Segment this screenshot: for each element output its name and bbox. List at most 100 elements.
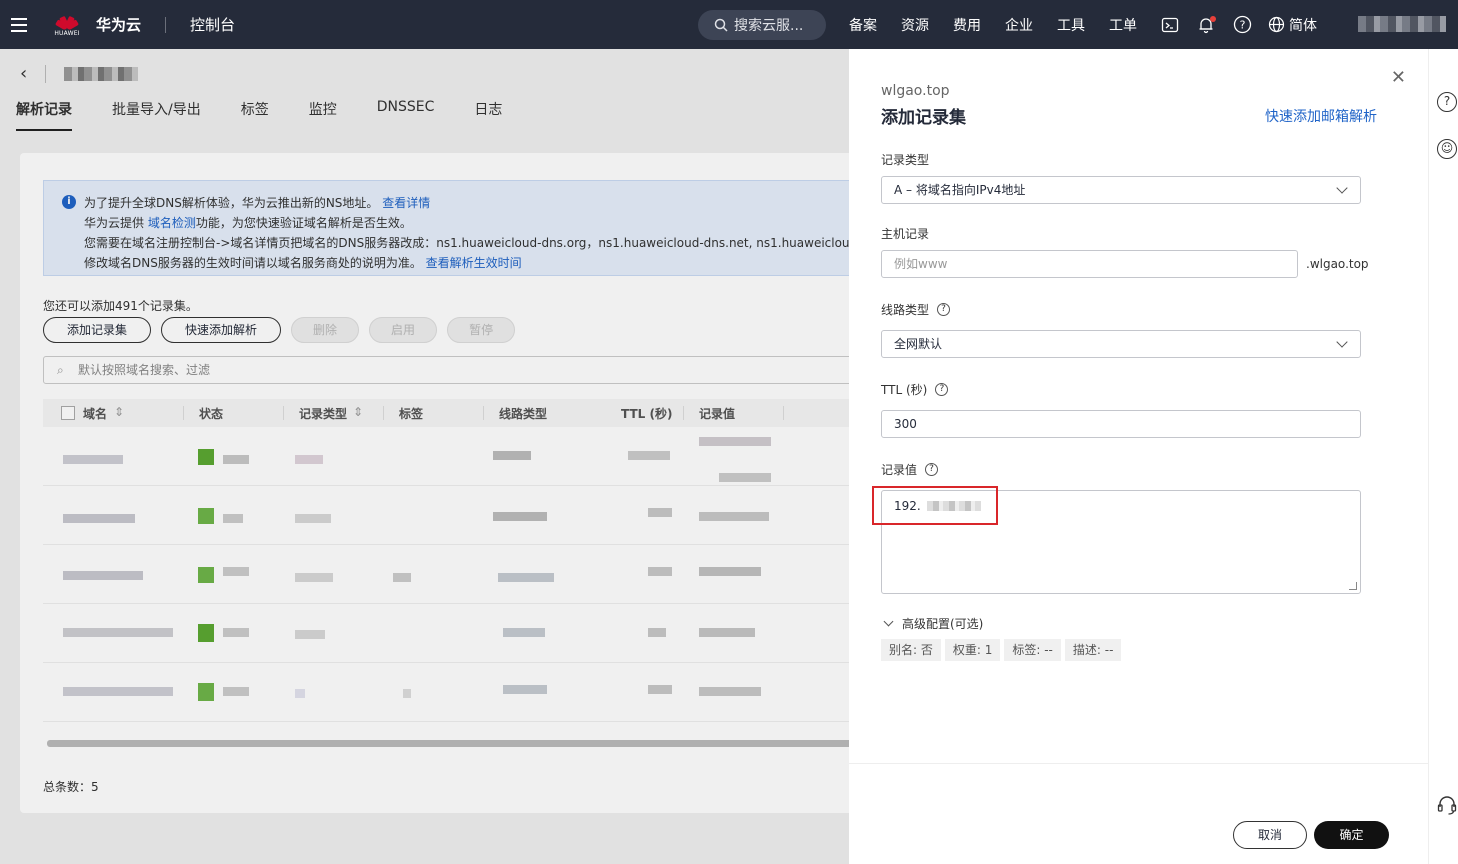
brand-name[interactable]: 华为云	[96, 14, 141, 35]
quota-text: 您还可以添加491个记录集。	[43, 299, 198, 313]
nav-enterprise[interactable]: 企业	[1005, 15, 1037, 35]
add-record-set-button[interactable]: 添加记录集	[43, 317, 152, 343]
ttl-input[interactable]: 300	[881, 410, 1361, 438]
divider	[849, 763, 1428, 764]
console-link[interactable]: 控制台	[190, 14, 235, 35]
info-icon: i	[62, 195, 76, 209]
chevron-down-icon	[1336, 336, 1348, 348]
table-row[interactable]	[43, 604, 849, 663]
col-ttl: TTL (秒)	[621, 407, 673, 421]
host-placeholder: 例如www	[894, 257, 948, 271]
bell-icon[interactable]	[1196, 15, 1216, 35]
line-type-label: 线路类型?	[881, 301, 951, 318]
record-type-label: 记录类型	[881, 151, 929, 168]
confirm-button[interactable]: 确定	[1314, 821, 1389, 849]
line-type-label-text: 线路类型	[881, 303, 930, 317]
search-icon: ⌕	[57, 363, 64, 377]
effective-time-link[interactable]: 查看解析生效时间	[426, 256, 522, 270]
column-divider	[183, 406, 184, 420]
notice-line4: 修改域名DNS服务器的生效时间请以域名服务商处的说明为准。	[84, 256, 422, 270]
drawer-title: 添加记录集	[881, 108, 966, 128]
table-row[interactable]	[43, 663, 849, 722]
record-type-select[interactable]: A – 将域名指向IPv4地址	[881, 176, 1361, 204]
enable-button[interactable]: 启用	[369, 317, 438, 343]
advanced-config-toggle[interactable]: 高级配置(可选)	[881, 615, 983, 632]
view-details-link[interactable]: 查看详情	[382, 196, 430, 210]
line-type-value: 全网默认	[894, 337, 943, 351]
divider	[45, 64, 47, 83]
divider	[165, 16, 167, 33]
language-switch[interactable]: 简体	[1268, 15, 1317, 35]
record-type-value: A – 将域名指向IPv4地址	[894, 183, 1026, 197]
col-line-type: 线路类型	[499, 407, 548, 421]
help-icon[interactable]: ?	[925, 463, 939, 476]
tabs: 解析记录 批量导入/导出 标签 监控 DNSSEC 日志	[16, 99, 502, 131]
hamburger-menu-icon[interactable]	[0, 0, 38, 49]
table-row[interactable]	[43, 545, 849, 604]
top-bar: HUAWEI 华为云 控制台 搜索云服... 备案 资源 费用 企业 工具 工单…	[0, 0, 1458, 49]
notification-dot	[1210, 15, 1216, 22]
help-icon[interactable]: ?	[937, 303, 951, 316]
col-record-type[interactable]: 记录类型	[299, 405, 347, 422]
global-search[interactable]: 搜索云服...	[698, 10, 826, 40]
back-arrow-icon[interactable]: ‹	[20, 63, 27, 84]
host-input[interactable]: 例如www	[881, 250, 1298, 278]
right-rail: ? ☺	[1428, 49, 1458, 864]
tab-dnssec[interactable]: DNSSEC	[377, 99, 435, 131]
sort-icon[interactable]: ⇕	[353, 405, 363, 419]
smiley-feedback-icon[interactable]: ☺	[1437, 139, 1457, 159]
huawei-logo[interactable]: HUAWEI	[52, 12, 82, 37]
resize-handle-icon[interactable]	[1349, 582, 1357, 590]
help-icon[interactable]: ?	[935, 383, 949, 396]
table-search-placeholder: 默认按照域名搜索、过滤	[78, 363, 211, 377]
tab-monitor[interactable]: 监控	[309, 99, 337, 131]
main-content: ‹ 解析记录 批量导入/导出 标签 监控 DNSSEC 日志 i 为了提升全球D…	[0, 49, 849, 864]
user-account-blurred[interactable]	[1358, 16, 1446, 32]
host-suffix: .wlgao.top	[1306, 257, 1369, 271]
headset-support-icon[interactable]	[1436, 794, 1458, 819]
horizontal-scrollbar[interactable]	[47, 740, 849, 747]
tab-tags[interactable]: 标签	[241, 99, 269, 131]
sort-icon[interactable]: ⇕	[114, 405, 124, 419]
select-all-checkbox[interactable]	[61, 406, 75, 420]
search-icon	[714, 18, 728, 32]
help-icon[interactable]: ?	[1232, 15, 1252, 35]
pause-button[interactable]: 暂停	[447, 317, 516, 343]
ttl-label: TTL (秒)?	[881, 381, 949, 398]
table-row[interactable]	[43, 427, 849, 486]
column-divider	[683, 406, 684, 420]
svg-text:?: ?	[1239, 19, 1245, 32]
nav-tools[interactable]: 工具	[1057, 15, 1089, 35]
table-row[interactable]	[43, 486, 849, 545]
record-type-label-text: 记录类型	[881, 153, 930, 167]
help-icon[interactable]: ?	[1437, 92, 1457, 112]
nav-tickets[interactable]: 工单	[1109, 15, 1141, 35]
quick-mail-link[interactable]: 快速添加邮箱解析	[1265, 106, 1377, 126]
nav-resources[interactable]: 资源	[901, 15, 933, 35]
chevron-down-icon	[1336, 182, 1348, 194]
top-nav: 备案 资源 费用 企业 工具 工单	[849, 0, 1141, 49]
close-icon[interactable]: ✕	[1391, 67, 1406, 88]
add-record-set-drawer: ✕ wlgao.top 添加记录集 快速添加邮箱解析 记录类型 A – 将域名指…	[849, 49, 1428, 864]
col-domain[interactable]: 域名	[83, 405, 107, 422]
table-search-input[interactable]: ⌕ 默认按照域名搜索、过滤	[43, 356, 849, 384]
tab-records[interactable]: 解析记录	[16, 99, 72, 131]
terminal-icon[interactable]	[1160, 15, 1180, 35]
table-body	[43, 427, 849, 722]
notice-line2-suffix: 功能，为您快速验证域名解析是否生效。	[195, 216, 412, 230]
nav-billing[interactable]: 费用	[953, 15, 985, 35]
tab-import-export[interactable]: 批量导入/导出	[112, 99, 201, 131]
table-header: 域名 ⇕ 状态 记录类型 ⇕ 标签 线路类型 TTL (秒) 记录值	[43, 399, 849, 427]
cancel-button[interactable]: 取消	[1233, 821, 1307, 849]
domain-check-link[interactable]: 域名检测	[148, 216, 196, 230]
tab-logs[interactable]: 日志	[474, 99, 502, 131]
col-tags: 标签	[399, 407, 424, 421]
quick-add-button[interactable]: 快速添加解析	[161, 317, 282, 343]
column-divider	[283, 406, 284, 420]
ttl-label-text: TTL (秒)	[881, 383, 928, 397]
top-icons: ? 简体	[1160, 0, 1317, 49]
line-type-select[interactable]: 全网默认	[881, 330, 1361, 358]
logo-caption: HUAWEI	[54, 30, 80, 37]
delete-button[interactable]: 删除	[291, 317, 360, 343]
nav-beian[interactable]: 备案	[849, 15, 881, 35]
